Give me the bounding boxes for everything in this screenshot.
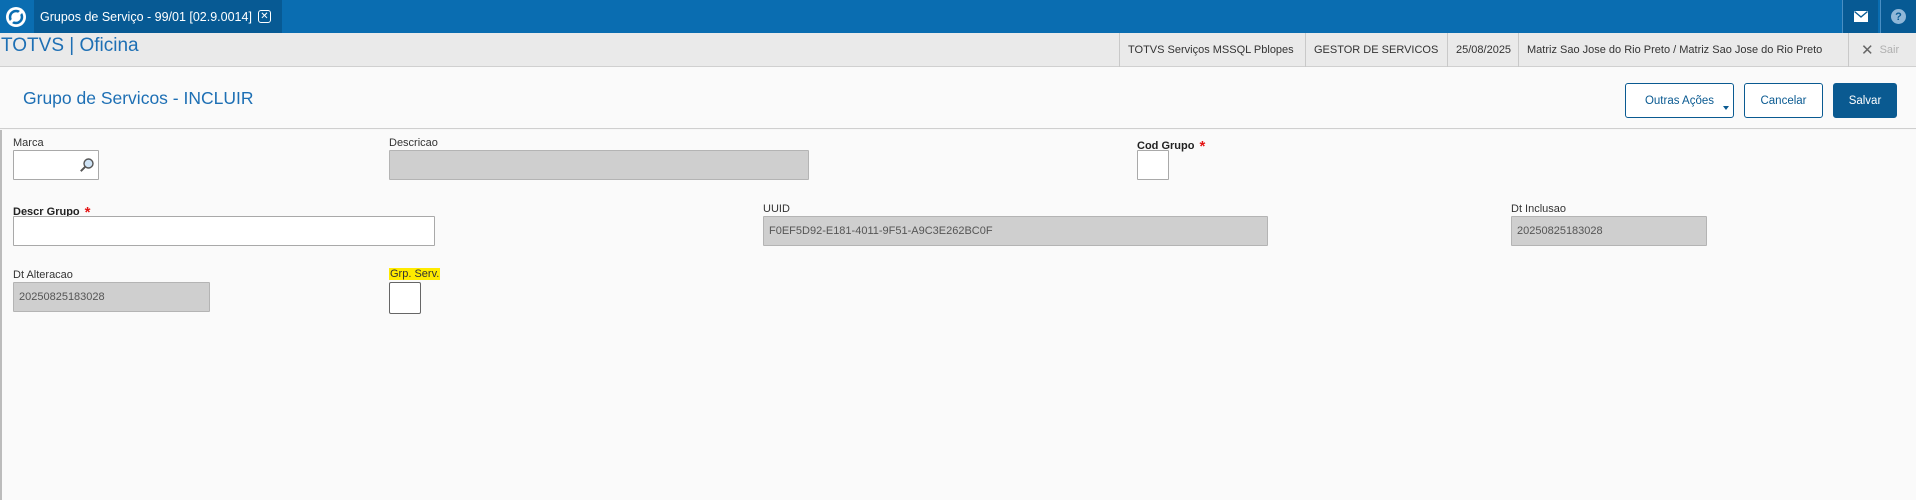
date-info: 25/08/2025 <box>1447 33 1519 67</box>
grp-serv-checkbox[interactable] <box>389 282 421 314</box>
descricao-label: Descricao <box>389 137 438 149</box>
page-header: Grupo de Servicos - INCLUIR Outras Ações… <box>0 67 1916 129</box>
uuid-label: UUID <box>763 203 790 215</box>
dt-alteracao-field[interactable]: 20250825183028 <box>13 282 210 312</box>
user-info: GESTOR DE SERVICOS <box>1305 33 1446 67</box>
totvs-logo-icon[interactable] <box>0 0 32 33</box>
close-icon: ✕ <box>1861 42 1874 59</box>
descricao-field[interactable] <box>389 150 809 180</box>
grp-serv-label-text: Grp. Serv. <box>389 268 441 280</box>
app-title: TOTVS | Oficina <box>1 35 139 56</box>
top-bar: Grupos de Serviço - 99/01 [02.9.0014] ✕ … <box>0 0 1916 33</box>
mail-icon[interactable] <box>1842 0 1878 33</box>
dt-alteracao-label: Dt Alteracao <box>13 269 73 281</box>
more-actions-label: Outras Ações <box>1644 94 1715 107</box>
close-icon[interactable]: ✕ <box>257 10 271 23</box>
help-icon[interactable]: ? <box>1880 0 1916 33</box>
required-star: * <box>1199 138 1206 155</box>
descr-grupo-input[interactable] <box>13 216 435 246</box>
exit-label: Sair <box>1879 44 1900 56</box>
grp-serv-label: Grp. Serv. <box>389 268 441 280</box>
caret-down-icon <box>1723 106 1729 110</box>
more-actions-button[interactable]: Outras Ações <box>1625 83 1734 118</box>
uuid-field[interactable]: F0EF5D92-E181-4011-9F51-A9C3E262BC0F <box>763 216 1268 246</box>
marca-label: Marca <box>13 137 44 149</box>
cancel-button[interactable]: Cancelar <box>1744 83 1823 118</box>
info-bar: TOTVS | Oficina TOTVS Serviços MSSQL Pbl… <box>0 33 1916 67</box>
branch-info: Matriz Sao Jose do Rio Preto / Matriz Sa… <box>1518 33 1830 67</box>
dt-inclusao-field[interactable]: 20250825183028 <box>1511 216 1707 246</box>
dt-inclusao-label: Dt Inclusao <box>1511 203 1567 215</box>
marca-input[interactable] <box>13 150 99 180</box>
form-area: Marca Descricao Cod Grupo * Descr Grupo * … <box>0 130 1916 500</box>
search-icon[interactable] <box>79 157 95 173</box>
tab-grupos-servico[interactable]: Grupos de Serviço - 99/01 [02.9.0014] ✕ <box>34 0 282 33</box>
cod-grupo-input[interactable] <box>1137 150 1169 180</box>
exit-button[interactable]: ✕ Sair <box>1848 33 1916 67</box>
page-title: Grupo de Servicos - INCLUIR <box>23 88 254 108</box>
save-button[interactable]: Salvar <box>1833 83 1897 118</box>
tab-title: Grupos de Serviço - 99/01 [02.9.0014] <box>40 9 252 24</box>
environment-info: TOTVS Serviços MSSQL Pblopes <box>1119 33 1302 67</box>
